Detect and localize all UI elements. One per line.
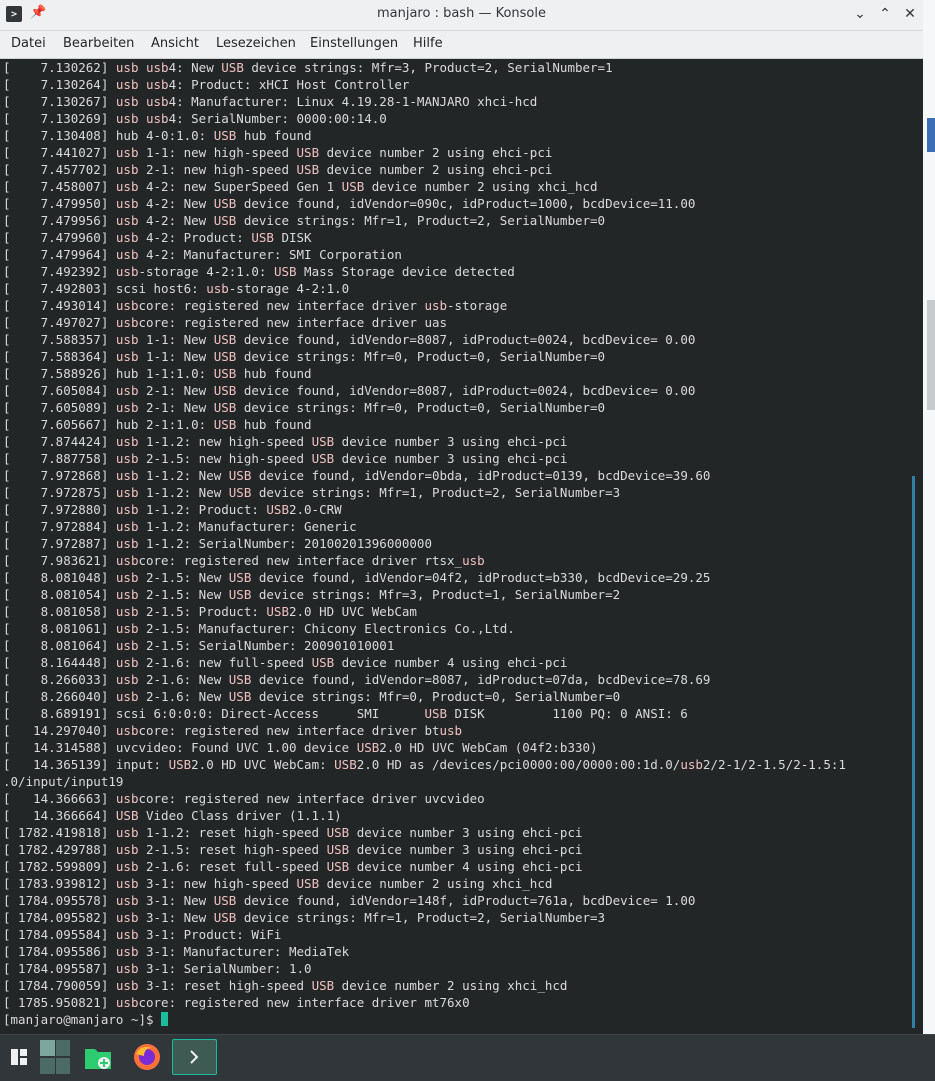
terminal-line: [ 8.266033] usb 2-1.6: New USB device fo… bbox=[3, 672, 711, 687]
terminal-line: [ 1782.429788] usb 2-1.5: reset high-spe… bbox=[3, 842, 583, 857]
terminal-line: [ 7.972875] usb 1-1.2: New USB device st… bbox=[3, 485, 621, 500]
terminal-line: [ 14.314588] uvcvideo: Found UVC 1.00 de… bbox=[3, 740, 598, 755]
terminal-line: [ 7.972884] usb 1-1.2: Manufacturer: Gen… bbox=[3, 519, 357, 534]
terminal-line: [ 1785.950821] usbcore: registered new i… bbox=[3, 995, 470, 1010]
terminal-line: [ 8.081054] usb 2-1.5: New USB device st… bbox=[3, 587, 621, 602]
terminal-line: [ 8.081061] usb 2-1.5: Manufacturer: Chi… bbox=[3, 621, 515, 636]
taskbar bbox=[0, 1034, 935, 1081]
menu-einstellungen[interactable]: Einstellungen bbox=[310, 36, 398, 51]
menu-hilfe[interactable]: Hilfe bbox=[413, 36, 443, 51]
terminal-line: [ 1783.939812] usb 3-1: new high-speed U… bbox=[3, 876, 553, 891]
terminal-line: [ 7.441027] usb 1-1: new high-speed USB … bbox=[3, 145, 553, 160]
background-window-panel bbox=[927, 300, 935, 410]
terminal-line: [ 7.605667] hub 2-1:1.0: USB hub found bbox=[3, 417, 312, 432]
terminal-line: [ 7.479956] usb 4-2: New USB device stri… bbox=[3, 213, 606, 228]
firefox-icon[interactable] bbox=[130, 1039, 164, 1075]
terminal-line: [ 7.497027] usbcore: registered new inte… bbox=[3, 315, 448, 330]
terminal-line: [ 7.130262] usb usb4: New USB device str… bbox=[3, 60, 613, 75]
terminal-line: [ 7.130269] usb usb4: SerialNumber: 0000… bbox=[3, 111, 387, 126]
terminal-line: [ 7.493014] usbcore: registered new inte… bbox=[3, 298, 508, 313]
terminal-line: [ 7.130408] hub 4-0:1.0: USB hub found bbox=[3, 128, 312, 143]
terminal-line: [ 7.479950] usb 4-2: New USB device foun… bbox=[3, 196, 696, 211]
terminal-line: [ 7.605089] usb 2-1: New USB device stri… bbox=[3, 400, 606, 415]
terminal-line: [ 7.479964] usb 4-2: Manufacturer: SMI C… bbox=[3, 247, 402, 262]
terminal-line: [ 8.164448] usb 2-1.6: new full-speed US… bbox=[3, 655, 568, 670]
maximize-button[interactable]: ⌃ bbox=[875, 4, 895, 24]
menu-ansicht[interactable]: Ansicht bbox=[151, 36, 199, 51]
terminal-line: [ 7.972880] usb 1-1.2: Product: USB2.0-C… bbox=[3, 502, 342, 517]
application-menu-icon[interactable] bbox=[2, 1039, 36, 1075]
menu-bearbeiten[interactable]: Bearbeiten bbox=[63, 36, 134, 51]
terminal-line: [ 7.492392] usb-storage 4-2:1.0: USB Mas… bbox=[3, 264, 515, 279]
terminal-line: [ 1784.095587] usb 3-1: SerialNumber: 1.… bbox=[3, 961, 312, 976]
terminal-line: [ 7.887758] usb 2-1.5: new high-speed US… bbox=[3, 451, 568, 466]
terminal-line: .0/input/input19 bbox=[3, 774, 124, 789]
terminal-line: [ 8.689191] scsi 6:0:0:0: Direct-Access … bbox=[3, 706, 688, 721]
terminal-line: [ 7.458007] usb 4-2: new SuperSpeed Gen … bbox=[3, 179, 598, 194]
terminal-line: [ 1784.095586] usb 3-1: Manufacturer: Me… bbox=[3, 944, 350, 959]
terminal-line: [ 7.605084] usb 2-1: New USB device foun… bbox=[3, 383, 696, 398]
terminal-line: [ 7.130264] usb usb4: Product: xHCI Host… bbox=[3, 77, 410, 92]
shell-prompt: [manjaro@manjaro ~]$ bbox=[3, 1012, 162, 1027]
terminal-line: [ 7.457702] usb 2-1: new high-speed USB … bbox=[3, 162, 553, 177]
terminal-line: [ 14.366663] usbcore: registered new int… bbox=[3, 791, 485, 806]
terminal-line: [ 7.588926] hub 1-1:1.0: USB hub found bbox=[3, 366, 312, 381]
menu-datei[interactable]: Datei bbox=[11, 36, 46, 51]
menu-bar: Datei Bearbeiten Ansicht Lesezeichen Ein… bbox=[0, 31, 923, 59]
background-window-accent bbox=[927, 118, 935, 152]
terminal-line: [ 7.983621] usbcore: registered new inte… bbox=[3, 553, 485, 568]
menu-lesezeichen[interactable]: Lesezeichen bbox=[216, 36, 296, 51]
text-cursor bbox=[161, 1012, 169, 1026]
terminal-line: [ 1784.095578] usb 3-1: New USB device f… bbox=[3, 893, 696, 908]
close-button[interactable]: ✕ bbox=[900, 4, 920, 24]
title-bar[interactable]: > 📌 manjaro : bash — Konsole ⌄ ⌃ ✕ bbox=[0, 0, 923, 31]
terminal-line: [ 8.081064] usb 2-1.5: SerialNumber: 200… bbox=[3, 638, 395, 653]
background-window-edge bbox=[923, 0, 935, 1034]
virtual-desktop-pager-icon[interactable] bbox=[38, 1039, 72, 1075]
terminal-line: [ 7.588357] usb 1-1: New USB device foun… bbox=[3, 332, 696, 347]
terminal-line: [ 7.972887] usb 1-1.2: SerialNumber: 201… bbox=[3, 536, 432, 551]
terminal-line: [ 7.972868] usb 1-1.2: New USB device fo… bbox=[3, 468, 711, 483]
prompt-line[interactable]: [manjaro@manjaro ~]$ bbox=[0, 1011, 912, 1028]
terminal-line: [ 7.492803] scsi host6: usb-storage 4-2:… bbox=[3, 281, 350, 296]
konsole-icon[interactable] bbox=[172, 1039, 217, 1075]
minimize-button[interactable]: ⌄ bbox=[850, 4, 870, 24]
terminal-line: [ 7.479960] usb 4-2: Product: USB DISK bbox=[3, 230, 312, 245]
terminal-line: [ 7.588364] usb 1-1: New USB device stri… bbox=[3, 349, 606, 364]
konsole-window: > 📌 manjaro : bash — Konsole ⌄ ⌃ ✕ Datei… bbox=[0, 0, 923, 1034]
terminal-line: [ 8.081048] usb 2-1.5: New USB device fo… bbox=[3, 570, 711, 585]
terminal-line: [ 14.366664] USB Video Class driver (1.1… bbox=[3, 808, 342, 823]
terminal-line: [ 1784.095582] usb 3-1: New USB device s… bbox=[3, 910, 606, 925]
terminal-line: [ 1784.095584] usb 3-1: Product: WiFi bbox=[3, 927, 282, 942]
terminal-line: [ 14.365139] input: USB2.0 HD UVC WebCam… bbox=[3, 757, 846, 772]
terminal-line: [ 1784.790059] usb 3-1: reset high-speed… bbox=[3, 978, 568, 993]
terminal-line: [ 1782.419818] usb 1-1.2: reset high-spe… bbox=[3, 825, 583, 840]
terminal-line: [ 8.266040] usb 2-1.6: New USB device st… bbox=[3, 689, 621, 704]
terminal-line: [ 7.130267] usb usb4: Manufacturer: Linu… bbox=[3, 94, 538, 109]
file-manager-icon[interactable] bbox=[81, 1039, 115, 1075]
terminal-line: [ 7.874424] usb 1-1.2: new high-speed US… bbox=[3, 434, 568, 449]
terminal-line: [ 8.081058] usb 2-1.5: Product: USB2.0 H… bbox=[3, 604, 417, 619]
terminal-output[interactable]: [ 7.130262] usb usb4: New USB device str… bbox=[0, 59, 912, 1034]
scrollbar-thumb[interactable] bbox=[912, 476, 915, 1028]
terminal-line: [ 14.297040] usbcore: registered new int… bbox=[3, 723, 463, 738]
terminal-line: [ 1782.599809] usb 2-1.6: reset full-spe… bbox=[3, 859, 583, 874]
window-title: manjaro : bash — Konsole bbox=[376, 6, 546, 21]
